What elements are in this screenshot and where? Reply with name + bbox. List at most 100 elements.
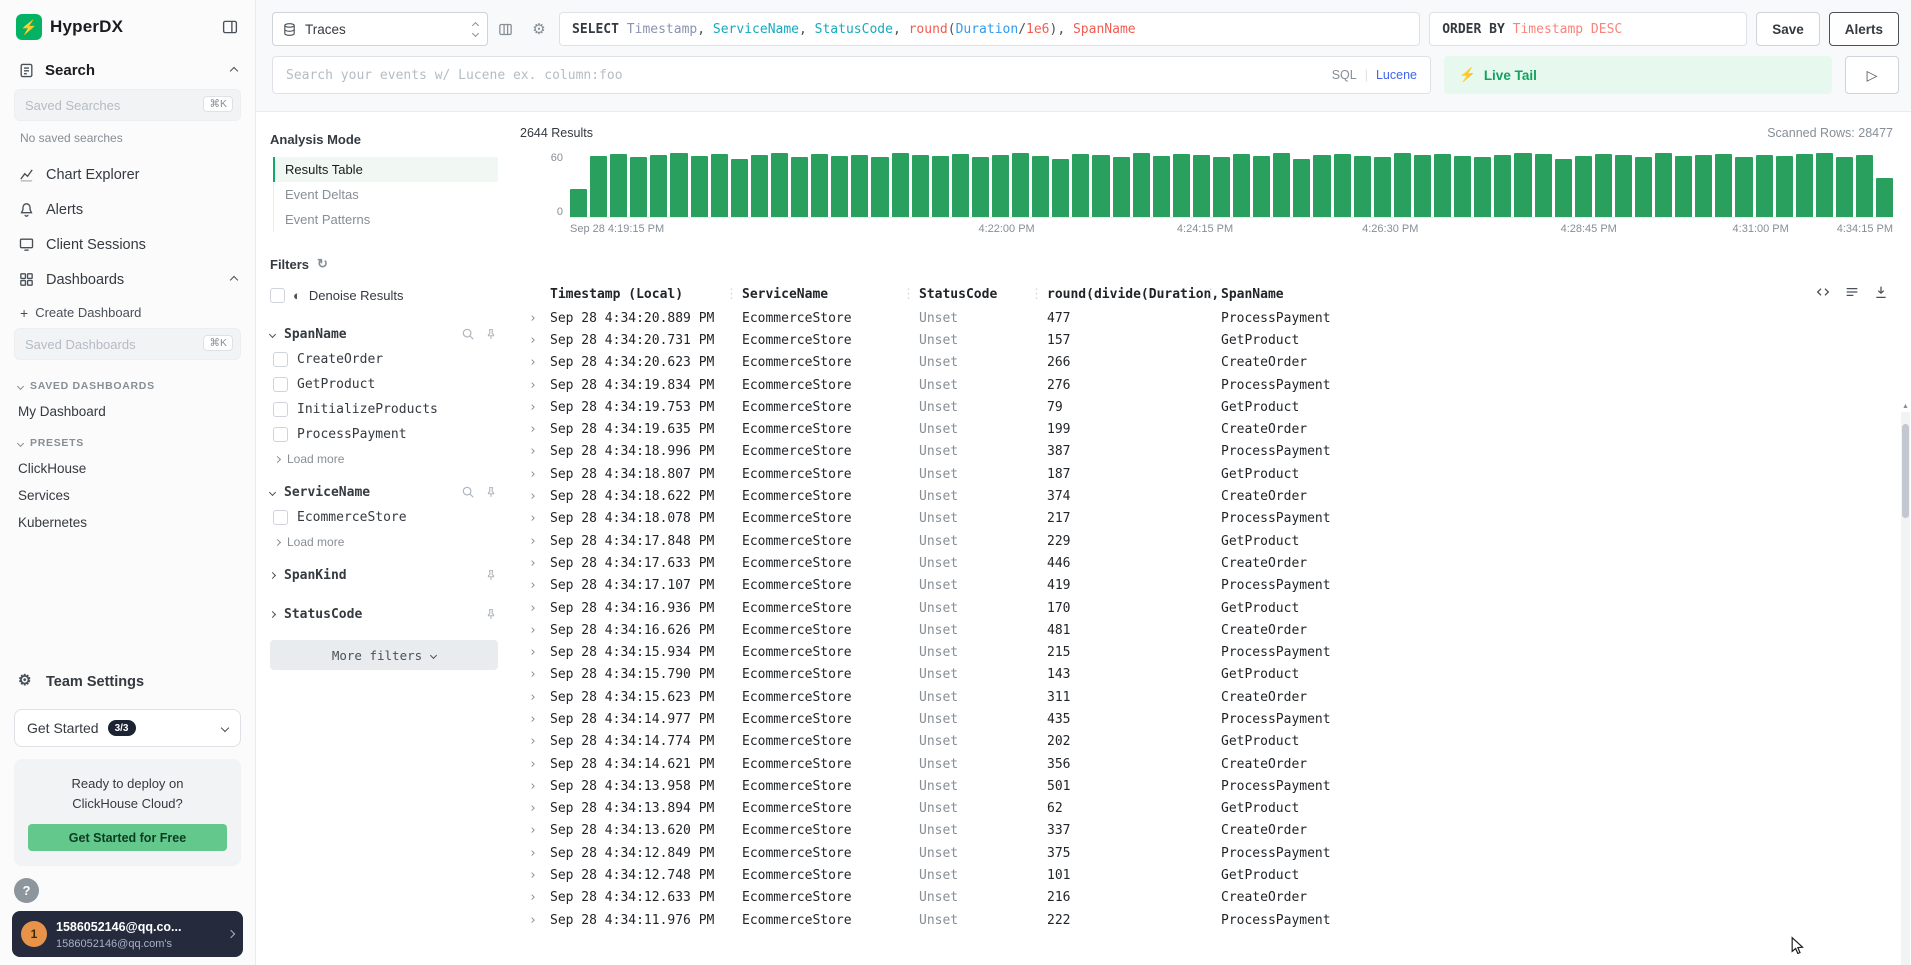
histogram-bar[interactable] [1032, 156, 1050, 217]
row-expand-chevron-icon[interactable]: › [520, 623, 550, 638]
collapse-sidebar-icon[interactable] [221, 18, 239, 36]
denoise-results-toggle[interactable]: ◐ Denoise Results [270, 288, 498, 303]
table-row[interactable]: › Sep 28 4:34:11.976 PM EcommerceStore Unse… [520, 909, 1893, 929]
histogram-bar[interactable] [710, 154, 728, 217]
histogram-bar[interactable] [1795, 154, 1813, 217]
saved-dashboards-header[interactable]: SAVED DASHBOARDS [12, 368, 243, 398]
checkbox[interactable] [273, 402, 288, 417]
histogram-bar[interactable] [931, 156, 949, 217]
histogram-bar[interactable] [750, 155, 768, 217]
row-expand-chevron-icon[interactable]: › [520, 534, 550, 549]
table-row[interactable]: › Sep 28 4:34:13.958 PM EcommerceStore Unse… [520, 775, 1893, 797]
pin-icon[interactable] [484, 607, 498, 621]
hyperdx-logo[interactable]: ⚡ HyperDX [16, 14, 123, 40]
row-expand-chevron-icon[interactable]: › [520, 779, 550, 794]
search-icon[interactable] [461, 485, 475, 499]
sidebar-item-search[interactable]: Search [12, 56, 243, 89]
row-expand-chevron-icon[interactable]: › [520, 601, 550, 616]
row-expand-chevron-icon[interactable]: › [520, 645, 550, 660]
filter-group-header[interactable]: SpanName [268, 321, 498, 347]
histogram-bar[interactable] [1735, 157, 1753, 217]
checkbox[interactable] [273, 377, 288, 392]
histogram-bar[interactable] [991, 155, 1010, 217]
table-row[interactable]: › Sep 28 4:34:13.620 PM EcommerceStore Unse… [520, 820, 1893, 842]
histogram-bar[interactable] [570, 188, 588, 217]
table-row[interactable]: › Sep 28 4:34:19.635 PM EcommerceStore Unse… [520, 418, 1893, 440]
histogram-bar[interactable] [1393, 153, 1411, 217]
filter-group-header[interactable]: StatusCode [268, 601, 498, 627]
histogram-bar[interactable] [1052, 158, 1070, 217]
table-row[interactable]: › Sep 28 4:34:12.849 PM EcommerceStore Unse… [520, 842, 1893, 864]
alerts-button[interactable]: Alerts [1828, 12, 1899, 46]
histogram-bar[interactable] [1775, 156, 1793, 217]
histogram-bar[interactable] [650, 155, 668, 217]
table-row[interactable]: › Sep 28 4:34:19.753 PM EcommerceStore Unse… [520, 396, 1893, 418]
table-row[interactable]: › Sep 28 4:34:20.889 PM EcommerceStore Unse… [520, 307, 1893, 329]
histogram-bar[interactable] [1313, 155, 1331, 217]
column-resize-handle[interactable]: ⋮ [1030, 287, 1043, 302]
filter-option-ecommercestore[interactable]: EcommerceStore [270, 505, 498, 530]
row-expand-chevron-icon[interactable]: › [520, 868, 550, 883]
sidebar-item-client-sessions[interactable]: Client Sessions [12, 227, 243, 262]
histogram-bar[interactable] [811, 154, 829, 217]
histogram-bar[interactable] [1152, 156, 1170, 217]
sidebar-item-clickhouse[interactable]: ClickHouse [12, 455, 243, 482]
histogram-bar[interactable] [951, 154, 969, 217]
histogram-bar[interactable] [1413, 155, 1432, 217]
table-row[interactable]: › Sep 28 4:34:18.807 PM EcommerceStore Unse… [520, 463, 1893, 485]
histogram-bar[interactable] [911, 155, 929, 217]
histogram-bar[interactable] [1072, 154, 1090, 217]
column-resize-handle[interactable]: ⋮ [725, 287, 738, 302]
checkbox[interactable] [273, 510, 288, 525]
filter-group-header[interactable]: SpanKind [268, 562, 498, 588]
more-filters-button[interactable]: More filters [270, 640, 498, 670]
table-row[interactable]: › Sep 28 4:34:12.633 PM EcommerceStore Unse… [520, 887, 1893, 909]
sidebar-item-team-settings[interactable]: ⚙ Team Settings [12, 664, 243, 699]
analysis-mode-results-table[interactable]: Results Table [273, 157, 498, 182]
table-row[interactable]: › Sep 28 4:34:15.623 PM EcommerceStore Unse… [520, 686, 1893, 708]
histogram-bar[interactable] [1112, 157, 1130, 217]
histogram-bar[interactable] [1192, 155, 1210, 217]
sidebar-item-services[interactable]: Services [12, 482, 243, 509]
sidebar-item-alerts[interactable]: Alerts [12, 192, 243, 227]
row-expand-chevron-icon[interactable]: › [520, 400, 550, 415]
run-query-button[interactable]: ▷ [1845, 56, 1899, 94]
histogram-bar[interactable] [1253, 156, 1271, 217]
histogram-bar[interactable] [831, 156, 849, 217]
histogram-bar[interactable] [590, 156, 608, 217]
language-lucene[interactable]: Lucene [1376, 68, 1417, 82]
table-row[interactable]: › Sep 28 4:34:16.626 PM EcommerceStore Unse… [520, 619, 1893, 641]
table-row[interactable]: › Sep 28 4:34:13.894 PM EcommerceStore Unse… [520, 798, 1893, 820]
table-row[interactable]: › Sep 28 4:34:15.934 PM EcommerceStore Unse… [520, 641, 1893, 663]
checkbox[interactable] [273, 352, 288, 367]
sidebar-item-my-dashboard[interactable]: My Dashboard [12, 398, 243, 425]
row-expand-chevron-icon[interactable]: › [520, 913, 550, 928]
histogram-bar[interactable] [1172, 154, 1190, 217]
row-expand-chevron-icon[interactable]: › [520, 823, 550, 838]
row-expand-chevron-icon[interactable]: › [520, 690, 550, 705]
histogram-bar[interactable] [1454, 156, 1472, 217]
histogram-bar[interactable] [1675, 156, 1693, 217]
histogram-bar[interactable] [1695, 155, 1713, 217]
sql-select-query[interactable]: SELECT Timestamp, ServiceName, StatusCod… [559, 12, 1421, 46]
row-expand-chevron-icon[interactable]: › [520, 667, 550, 682]
table-row[interactable]: › Sep 28 4:34:12.748 PM EcommerceStore Unse… [520, 864, 1893, 886]
column-header-1[interactable]: Timestamp (Local) ⋮ [550, 287, 742, 302]
row-expand-chevron-icon[interactable]: › [520, 578, 550, 593]
histogram-bar[interactable] [610, 154, 628, 217]
row-expand-chevron-icon[interactable]: › [520, 467, 550, 482]
histogram-bar[interactable] [670, 153, 688, 217]
analysis-mode-event-deltas[interactable]: Event Deltas [273, 182, 498, 207]
histogram-bar[interactable] [730, 158, 748, 217]
row-expand-chevron-icon[interactable]: › [520, 378, 550, 393]
table-row[interactable]: › Sep 28 4:34:20.623 PM EcommerceStore Unse… [520, 352, 1893, 374]
checkbox[interactable] [273, 427, 288, 442]
chevron-up-icon[interactable] [229, 275, 239, 284]
analysis-mode-event-patterns[interactable]: Event Patterns [273, 207, 498, 232]
histogram-bar[interactable] [1132, 153, 1150, 217]
filter-option-createorder[interactable]: CreateOrder [270, 347, 498, 372]
column-header-5[interactable]: SpanName [1221, 287, 1893, 302]
histogram-bar[interactable] [1273, 153, 1291, 217]
get-started-toggle[interactable]: Get Started 3/3 [14, 709, 241, 747]
row-expand-chevron-icon[interactable]: › [520, 333, 550, 348]
